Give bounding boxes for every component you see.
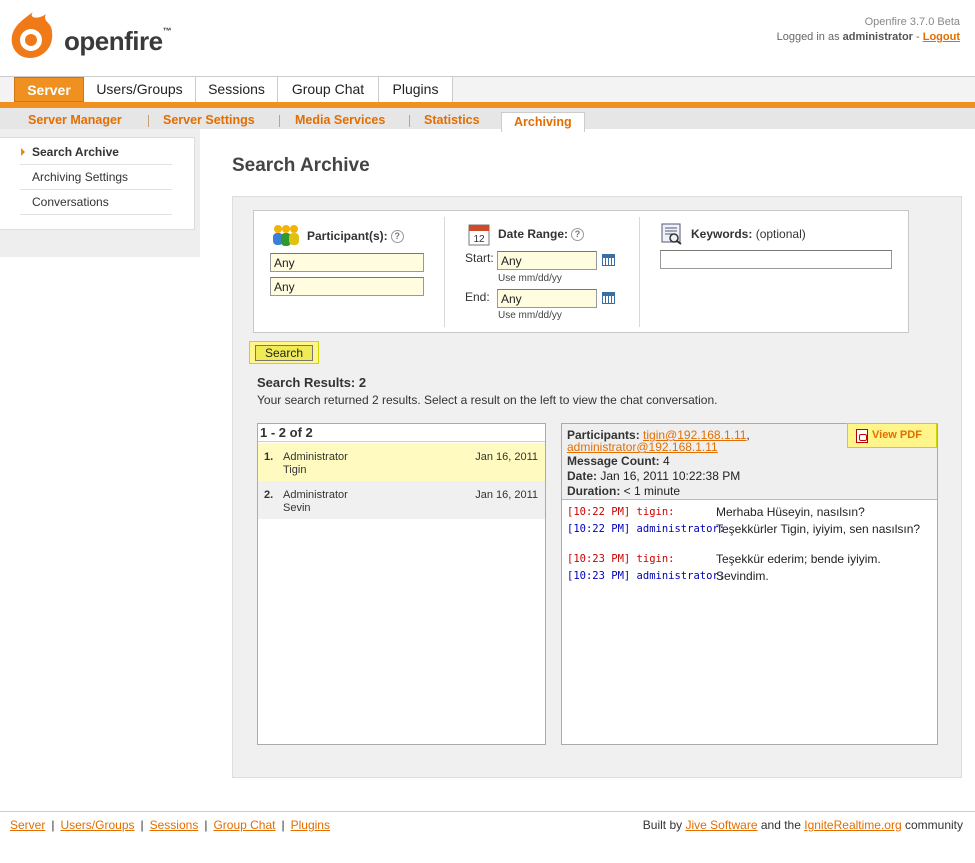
search-panel: Participant(s):? 12 Date Range:? Start: … <box>232 196 962 778</box>
list-item[interactable]: 1. Administrator Tigin Jan 16, 2011 <box>258 443 545 481</box>
login-status: Logged in as administrator - Logout <box>776 31 960 43</box>
sub-tabs: Server Manager Server Settings Media Ser… <box>0 102 975 132</box>
result-date: Jan 16, 2011 <box>475 489 538 501</box>
date-format-hint: Use mm/dd/yy <box>498 273 562 284</box>
sidebar: Search Archive Archiving Settings Conver… <box>0 129 200 257</box>
keywords-label: Keywords: (optional) <box>691 227 806 241</box>
view-pdf-button[interactable]: View PDF <box>847 423 937 448</box>
subtab-server-settings[interactable]: Server Settings <box>151 111 267 129</box>
subtab-media-services[interactable]: Media Services <box>283 111 397 129</box>
message-sender: [10:22 PM] administrator: <box>567 523 726 535</box>
conversation-panel: Participants: tigin@192.168.1.11, admini… <box>561 423 938 745</box>
footer-links: Server | Users/Groups | Sessions | Group Chat |… <box>10 818 330 832</box>
header: openfire™ Openfire 3.7.0 Beta Logged in … <box>0 0 975 76</box>
search-criteria: Participant(s):? 12 Date Range:? Start: … <box>253 210 909 333</box>
sidebar-item-search-archive[interactable]: Search Archive <box>20 140 172 165</box>
footer: Server | Users/Groups | Sessions | Group Chat |… <box>0 811 975 863</box>
help-icon[interactable]: ? <box>571 228 585 242</box>
ignite-realtime-link[interactable]: IgniteRealtime.org <box>804 818 901 832</box>
help-icon[interactable]: ? <box>390 230 404 244</box>
divider <box>639 217 640 327</box>
subtab-separator <box>148 115 149 127</box>
arrow-right-icon <box>21 148 25 156</box>
openfire-logo-icon <box>11 12 53 58</box>
results-list: 1 - 2 of 2 1. Administrator Tigin Jan 16,… <box>257 423 546 745</box>
message-text: Teşekkürler Tigin, iyiyim, sen nasılsın? <box>716 522 921 536</box>
participant-1-input[interactable] <box>270 253 424 272</box>
logout-link[interactable]: Logout <box>923 31 960 43</box>
result-number: 2. <box>264 489 274 501</box>
subtab-server-manager[interactable]: Server Manager <box>16 111 134 129</box>
result-date: Jan 16, 2011 <box>475 451 538 463</box>
search-button-highlight: Search <box>249 341 319 364</box>
subtab-archiving[interactable]: Archiving <box>501 112 585 132</box>
participant-link[interactable]: administrator@192.168.1.11 <box>567 440 718 454</box>
sidebar-item-archiving-settings[interactable]: Archiving Settings <box>20 165 172 190</box>
tab-group-chat[interactable]: Group Chat <box>278 77 379 102</box>
start-date-input[interactable] <box>497 251 597 270</box>
date-range-label: Date Range:? <box>498 227 585 242</box>
divider <box>444 217 445 327</box>
svg-text:12: 12 <box>473 234 485 245</box>
list-item[interactable]: 2. Administrator Sevin Jan 16, 2011 <box>258 481 545 519</box>
footer-credit: Built by Jive Software and the IgniteRea… <box>642 818 963 832</box>
footer-link-sessions[interactable]: Sessions <box>150 818 199 832</box>
tab-sessions[interactable]: Sessions <box>196 77 278 102</box>
keywords-icon <box>661 223 682 245</box>
search-button[interactable]: Search <box>255 345 313 361</box>
message-sender: [10:22 PM] tigin: <box>567 506 675 518</box>
tab-plugins[interactable]: Plugins <box>379 77 453 102</box>
end-date-input[interactable] <box>497 289 597 308</box>
participants-label: Participant(s):? <box>307 229 404 244</box>
footer-link-plugins[interactable]: Plugins <box>291 818 330 832</box>
results-range: 1 - 2 of 2 <box>258 424 545 442</box>
version-label: Openfire 3.7.0 Beta <box>864 16 960 28</box>
pdf-icon <box>856 429 868 443</box>
result-participants: Administrator Sevin <box>283 489 348 514</box>
calendar-picker-icon[interactable] <box>602 254 615 266</box>
result-number: 1. <box>264 451 274 463</box>
results-description: Your search returned 2 results. Select a… <box>257 393 718 407</box>
start-label: Start: <box>465 251 494 265</box>
calendar-icon: 12 <box>468 224 490 246</box>
tab-users-groups[interactable]: Users/Groups <box>84 77 196 102</box>
main-tabs: Server Users/Groups Sessions Group Chat … <box>0 76 975 102</box>
participants-row-2: administrator@192.168.1.11 <box>567 440 718 454</box>
page-title: Search Archive <box>232 155 370 176</box>
date-format-hint: Use mm/dd/yy <box>498 310 562 321</box>
users-icon <box>273 225 299 246</box>
footer-link-users-groups[interactable]: Users/Groups <box>60 818 134 832</box>
conversation-header: Participants: tigin@192.168.1.11, admini… <box>562 423 937 500</box>
participant-2-input[interactable] <box>270 277 424 296</box>
subtab-statistics[interactable]: Statistics <box>412 111 492 129</box>
results-title: Search Results: 2 <box>257 375 367 390</box>
username: administrator <box>842 31 913 43</box>
calendar-picker-icon[interactable] <box>602 292 615 304</box>
tab-server[interactable]: Server <box>14 77 84 102</box>
sidebar-menu: Search Archive Archiving Settings Conver… <box>0 137 195 230</box>
message-text: Teşekkür ederim; bende iyiyim. <box>716 552 881 566</box>
duration-row: Duration: < 1 minute <box>567 484 681 498</box>
message-count-row: Message Count: 4 <box>567 454 670 468</box>
subtab-separator <box>409 115 410 127</box>
subtab-separator <box>279 115 280 127</box>
message-sender: [10:23 PM] tigin: <box>567 553 675 565</box>
message-sender: [10:23 PM] administrator: <box>567 570 726 582</box>
footer-link-group-chat[interactable]: Group Chat <box>213 818 275 832</box>
keywords-input[interactable] <box>660 250 892 269</box>
message-text: Sevindim. <box>716 569 769 583</box>
date-row: Date: Jan 16, 2011 10:22:38 PM <box>567 469 741 483</box>
sidebar-item-label: Search Archive <box>32 145 119 159</box>
footer-link-server[interactable]: Server <box>10 818 45 832</box>
message-text: Merhaba Hüseyin, nasılsın? <box>716 505 865 519</box>
sidebar-item-conversations[interactable]: Conversations <box>20 190 172 215</box>
jive-software-link[interactable]: Jive Software <box>685 818 757 832</box>
end-label: End: <box>465 290 490 304</box>
result-participants: Administrator Tigin <box>283 451 348 476</box>
logo-text: openfire™ <box>64 26 172 56</box>
view-pdf-label: View PDF <box>872 429 922 441</box>
